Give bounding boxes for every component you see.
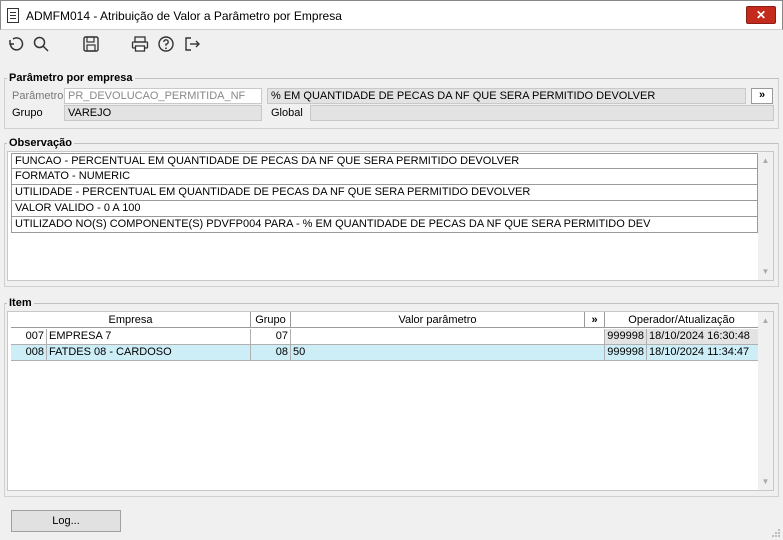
help-icon[interactable] [157, 35, 175, 53]
close-button[interactable]: ✕ [746, 6, 776, 24]
header-more-button[interactable]: » [585, 312, 605, 328]
print-icon[interactable] [131, 35, 149, 53]
global-label: Global [271, 107, 303, 119]
param-field[interactable]: PR_DEVOLUCAO_PERMITIDA_NF [64, 88, 262, 104]
row-grupo[interactable]: 08 [251, 345, 291, 361]
item-legend: Item [9, 297, 32, 309]
document-icon [7, 8, 19, 23]
item-grid: Empresa Grupo Valor parâmetro » Operador… [7, 311, 774, 491]
observacao-line: UTILIDADE - PERCENTUAL EM QUANTIDADE DE … [11, 185, 758, 201]
observacao-scrollbar[interactable]: ▲ ▼ [758, 152, 773, 280]
window-title: ADMFM014 - Atribuição de Valor a Parâmet… [26, 9, 342, 23]
param-label: Parâmetro [12, 90, 64, 102]
row-empresa-code[interactable]: 008 [11, 345, 47, 361]
param-description-field: % EM QUANTIDADE DE PECAS DA NF QUE SERA … [267, 88, 746, 104]
observacao-line: UTILIZADO NO(S) COMPONENTE(S) PDVFP004 P… [11, 217, 758, 233]
save-icon[interactable] [82, 35, 100, 53]
toolbar [0, 30, 783, 58]
row-empresa-name[interactable]: FATDES 08 - CARDOSO [47, 345, 251, 361]
observacao-legend: Observação [9, 137, 72, 149]
header-grupo[interactable]: Grupo [251, 312, 291, 328]
scroll-up-icon[interactable]: ▲ [761, 156, 770, 165]
header-valor[interactable]: Valor parâmetro [291, 312, 585, 328]
scroll-down-icon[interactable]: ▼ [761, 477, 770, 486]
row-atualizacao: 18/10/2024 16:30:48 [647, 329, 759, 345]
row-operador: 999998 [605, 345, 647, 361]
item-scrollbar[interactable]: ▲ ▼ [758, 312, 773, 490]
param-more-button[interactable]: » [751, 88, 773, 104]
row-operador: 999998 [605, 329, 647, 345]
global-field [310, 105, 774, 121]
scroll-down-icon[interactable]: ▼ [761, 267, 770, 276]
exit-icon[interactable] [183, 35, 201, 53]
observacao-list[interactable]: FUNCAO - PERCENTUAL EM QUANTIDADE DE PEC… [7, 151, 774, 281]
row-grupo[interactable]: 07 [251, 329, 291, 345]
scroll-up-icon[interactable]: ▲ [761, 316, 770, 325]
resize-grip-icon[interactable] [771, 528, 781, 538]
header-operador[interactable]: Operador/Atualização [605, 312, 759, 328]
log-button[interactable]: Log... [11, 510, 121, 532]
header-empresa[interactable]: Empresa [11, 312, 251, 328]
row-empresa-name[interactable]: EMPRESA 7 [47, 329, 251, 345]
row-atualizacao: 18/10/2024 11:34:47 [647, 345, 759, 361]
row-valor-field[interactable]: 50 [291, 345, 605, 361]
observacao-line: FUNCAO - PERCENTUAL EM QUANTIDADE DE PEC… [11, 153, 758, 169]
row-empresa-code[interactable]: 007 [11, 329, 47, 345]
undo-icon[interactable] [6, 35, 24, 53]
observacao-line: FORMATO - NUMERIC [11, 169, 758, 185]
param-legend: Parâmetro por empresa [9, 72, 133, 84]
grupo-field: VAREJO [64, 105, 262, 121]
row-valor-field[interactable] [291, 329, 605, 345]
search-icon[interactable] [32, 35, 50, 53]
observacao-line: VALOR VALIDO - 0 A 100 [11, 201, 758, 217]
title-bar: ADMFM014 - Atribuição de Valor a Parâmet… [0, 0, 783, 30]
grupo-label: Grupo [12, 107, 43, 119]
